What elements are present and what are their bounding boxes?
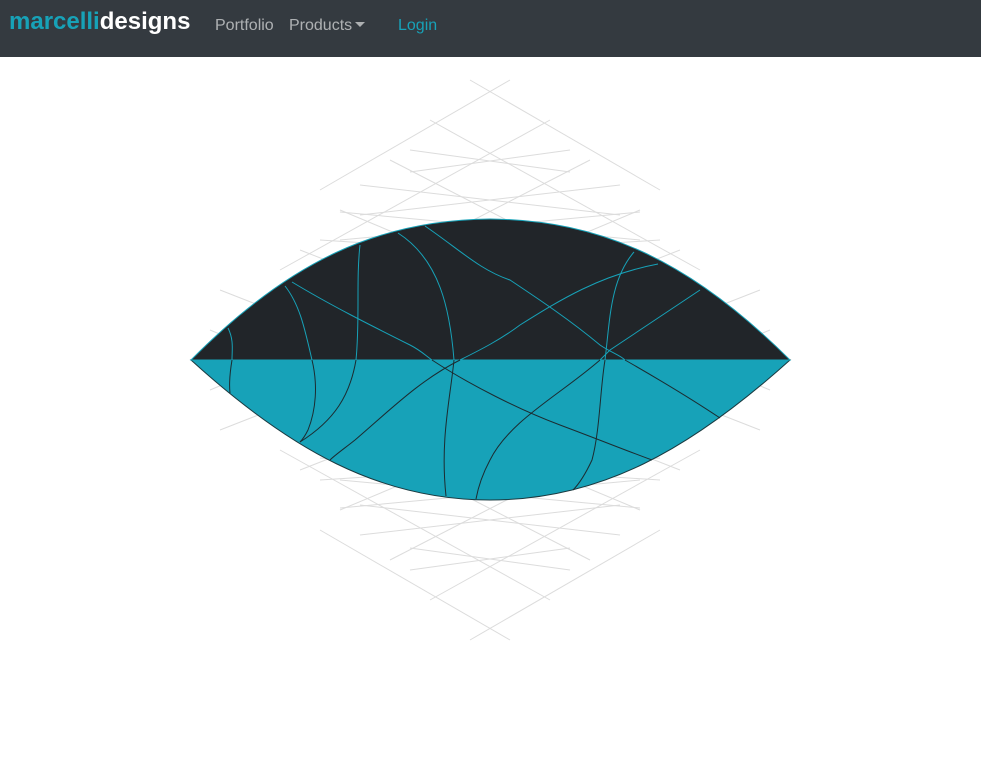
brand-part-2: designs	[99, 8, 191, 35]
top-navbar: marcellidesigns Portfolio Products Login	[0, 0, 981, 57]
hero-artwork	[189, 79, 792, 641]
brand-logo[interactable]: marcellidesigns	[9, 8, 190, 36]
nav-login-link[interactable]: Login	[398, 16, 437, 35]
grid-line	[319, 79, 511, 191]
brand-part-1: marcelli	[9, 8, 100, 35]
nav-products-label: Products	[289, 17, 353, 34]
grid-line	[469, 529, 661, 641]
nav-portfolio-link[interactable]: Portfolio	[215, 16, 274, 35]
lens-upper-half	[189, 218, 792, 361]
grid-line	[469, 79, 661, 191]
caret-down-icon	[355, 22, 366, 27]
nav-products-dropdown[interactable]: Products	[289, 16, 366, 35]
lens-lower-half	[189, 359, 792, 501]
grid-line	[319, 529, 511, 641]
